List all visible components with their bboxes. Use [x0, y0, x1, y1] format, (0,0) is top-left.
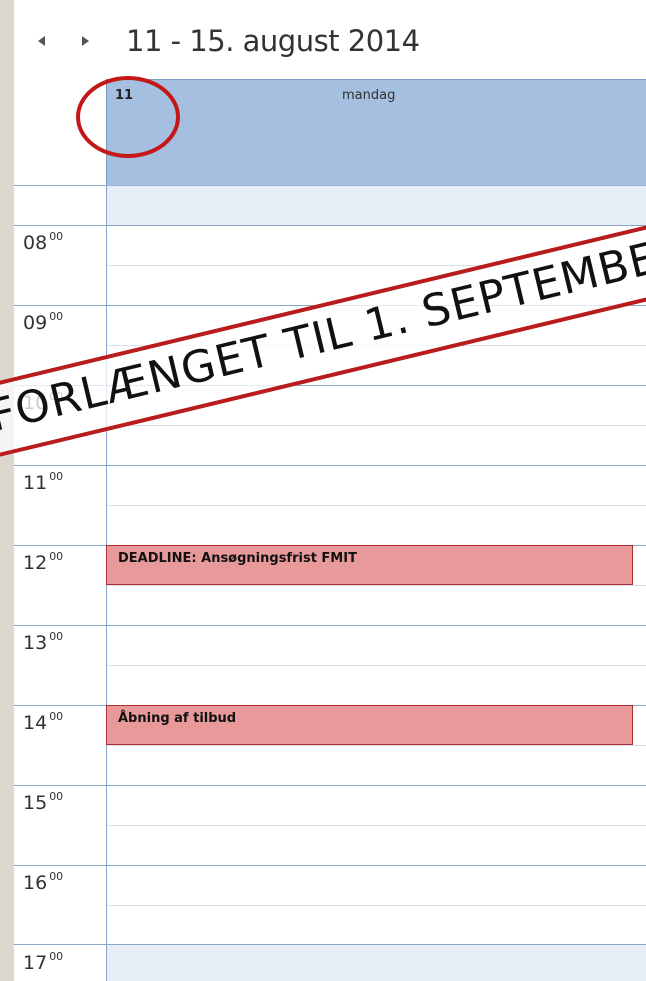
banner-text: FORLÆNGET TIL 1. SEPTEMBER [0, 225, 646, 443]
hour-line [14, 785, 646, 786]
highlight-circle-annotation [76, 76, 180, 158]
hour-label-17: 17 00 [23, 950, 64, 974]
hour-label-15: 15 00 [23, 790, 64, 814]
event-opening-of-bids[interactable]: Åbning af tilbud [106, 705, 633, 745]
hour-label-16: 16 00 [23, 870, 64, 894]
hour-label-11: 11 00 [23, 470, 64, 494]
all-day-event-area[interactable] [106, 185, 646, 225]
hour-label-13: 13 00 [23, 630, 64, 654]
hour-line [14, 944, 646, 945]
half-hour-line [106, 505, 646, 506]
half-hour-line [106, 905, 646, 906]
half-hour-line [106, 425, 646, 426]
day-name: mandag [342, 88, 396, 103]
hour-label-09: 09 00 [23, 310, 64, 334]
hour-line [14, 625, 646, 626]
event-deadline[interactable]: DEADLINE: Ansøgningsfrist FMIT [106, 545, 633, 585]
after-hours-area[interactable] [106, 944, 646, 981]
half-hour-line [106, 585, 646, 586]
hour-label-08: 08 00 [23, 230, 64, 254]
left-panel-strip [0, 0, 14, 981]
previous-week-arrow-icon[interactable] [38, 36, 45, 46]
date-range-title: 11 - 15. august 2014 [126, 24, 420, 58]
hour-line [14, 465, 646, 466]
half-hour-line [106, 745, 646, 746]
calendar-view: 11 - 15. august 2014 11 mandag 08 00 09 00… [0, 0, 646, 981]
hour-label-12: 12 00 [23, 550, 64, 574]
half-hour-line [106, 665, 646, 666]
hour-line [14, 225, 646, 226]
divider [14, 185, 106, 186]
half-hour-line [106, 825, 646, 826]
hour-label-14: 14 00 [23, 710, 64, 734]
next-week-arrow-icon[interactable] [82, 36, 89, 46]
hour-line [14, 865, 646, 866]
